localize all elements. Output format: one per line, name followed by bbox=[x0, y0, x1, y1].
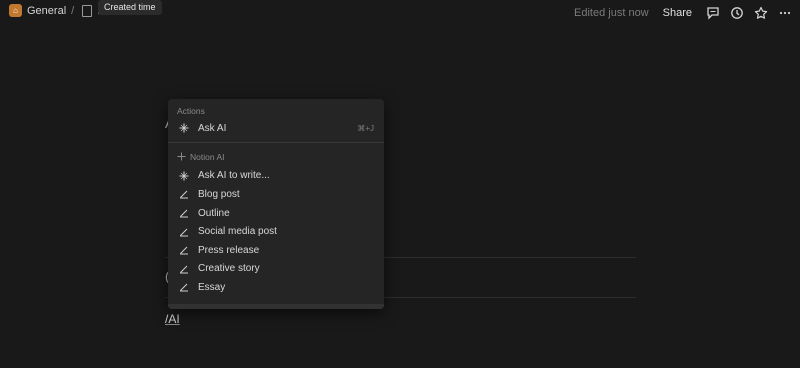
menu-item-outline[interactable]: Outline bbox=[168, 204, 384, 223]
pen-icon bbox=[178, 244, 190, 256]
pen-icon bbox=[178, 281, 190, 293]
menu-item-label: Ask AI to write... bbox=[198, 170, 270, 182]
more-icon[interactable] bbox=[776, 4, 794, 22]
share-button[interactable]: Share bbox=[663, 7, 692, 19]
menu-item-label: Ask AI bbox=[198, 122, 227, 134]
edited-status: Edited just now bbox=[574, 7, 649, 19]
menu-item-social-media-post[interactable]: Social media post bbox=[168, 222, 384, 241]
menu-item-ask-ai[interactable]: Ask AI ⌘+J bbox=[168, 119, 384, 138]
pen-icon bbox=[178, 188, 190, 200]
tooltip: Created time bbox=[98, 0, 162, 15]
sparkle-icon bbox=[178, 122, 190, 134]
menu-item-label: Essay bbox=[198, 281, 226, 293]
document-icon bbox=[82, 4, 93, 17]
sparkle-icon bbox=[178, 170, 190, 182]
top-bar: ⌂ General / Do Created time Edited just … bbox=[0, 0, 800, 24]
slash-command-input[interactable]: /AI bbox=[165, 312, 180, 326]
keyboard-shortcut: ⌘+J bbox=[357, 123, 374, 133]
section-label: Notion AI bbox=[190, 151, 225, 162]
menu-item-creative-story[interactable]: Creative story bbox=[168, 260, 384, 279]
command-query: AI bbox=[168, 312, 180, 326]
menu-section-header: Actions bbox=[177, 106, 205, 116]
breadcrumb: ⌂ General / Do bbox=[9, 4, 111, 17]
menu-section-header: Notion AI bbox=[168, 147, 384, 167]
pen-icon bbox=[178, 226, 190, 238]
menu-item-label: Outline bbox=[198, 207, 230, 219]
star-icon[interactable] bbox=[752, 4, 770, 22]
clock-icon[interactable] bbox=[728, 4, 746, 22]
menu-divider bbox=[168, 141, 384, 143]
menu-scroll-edge bbox=[168, 304, 384, 309]
workspace-icon[interactable]: ⌂ bbox=[9, 4, 22, 17]
comment-icon[interactable] bbox=[704, 4, 722, 22]
pen-icon bbox=[178, 263, 190, 275]
menu-item-label: Press release bbox=[198, 244, 260, 256]
menu-item-blog-post[interactable]: Blog post bbox=[168, 185, 384, 204]
menu-item-label: Blog post bbox=[198, 188, 240, 200]
menu-item-label: Creative story bbox=[198, 263, 260, 275]
menu-item-ask-ai-to-write[interactable]: Ask AI to write... bbox=[168, 167, 384, 186]
slash-command-menu: Actions Ask AI ⌘+J Notion AI Ask AI to w… bbox=[168, 99, 384, 309]
topbar-actions: Edited just now Share bbox=[574, 4, 800, 22]
pen-icon bbox=[178, 207, 190, 219]
menu-item-press-release[interactable]: Press release bbox=[168, 241, 384, 260]
breadcrumb-workspace[interactable]: General bbox=[27, 5, 66, 17]
menu-item-essay[interactable]: Essay bbox=[168, 278, 384, 297]
breadcrumb-separator: / bbox=[71, 4, 75, 17]
menu-item-label: Social media post bbox=[198, 226, 277, 238]
sparkle-icon bbox=[177, 152, 186, 161]
